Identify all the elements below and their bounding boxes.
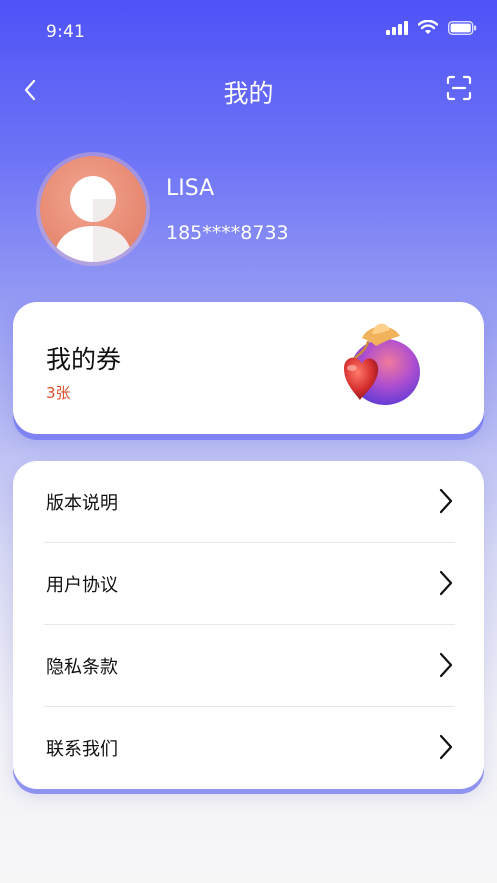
menu-item-contact-us[interactable]: 联系我们 [44, 707, 455, 789]
chevron-right-icon [439, 734, 453, 760]
chevron-right-icon [439, 652, 453, 678]
menu-item-label: 用户协议 [46, 575, 118, 596]
coupon-bag-illustration [344, 323, 420, 405]
signal-icon [386, 20, 408, 35]
coupon-count: 3张 [46, 384, 71, 402]
status-time: 9:41 [46, 22, 85, 42]
page-title: 我的 [223, 79, 274, 108]
scan-button[interactable] [443, 72, 475, 104]
status-bar: 9:41 [0, 0, 497, 60]
nav-bar: 我的 [0, 64, 497, 116]
battery-icon [448, 20, 477, 35]
scan-icon [446, 75, 472, 101]
wifi-icon [418, 20, 438, 34]
profile-section: LISA 185****8733 [40, 156, 460, 266]
menu-item-version-notes[interactable]: 版本说明 [44, 461, 455, 543]
chevron-right-icon [439, 570, 453, 596]
menu-item-user-agreement[interactable]: 用户协议 [44, 543, 455, 625]
menu-item-label: 隐私条款 [46, 657, 118, 678]
menu-item-label: 联系我们 [46, 739, 118, 760]
user-silhouette-icon [54, 176, 132, 262]
status-icons [386, 20, 477, 35]
phone-number: 185****8733 [166, 222, 289, 244]
avatar[interactable] [40, 156, 146, 262]
menu-card: 版本说明 用户协议 隐私条款 联系我们 [13, 461, 484, 789]
coupon-title: 我的券 [46, 345, 122, 374]
chevron-right-icon [439, 488, 453, 514]
username: LISA [166, 176, 215, 201]
menu-item-label: 版本说明 [46, 493, 118, 514]
my-coupons-card[interactable]: 我的券 3张 [13, 302, 484, 434]
menu-item-privacy-terms[interactable]: 隐私条款 [44, 625, 455, 707]
